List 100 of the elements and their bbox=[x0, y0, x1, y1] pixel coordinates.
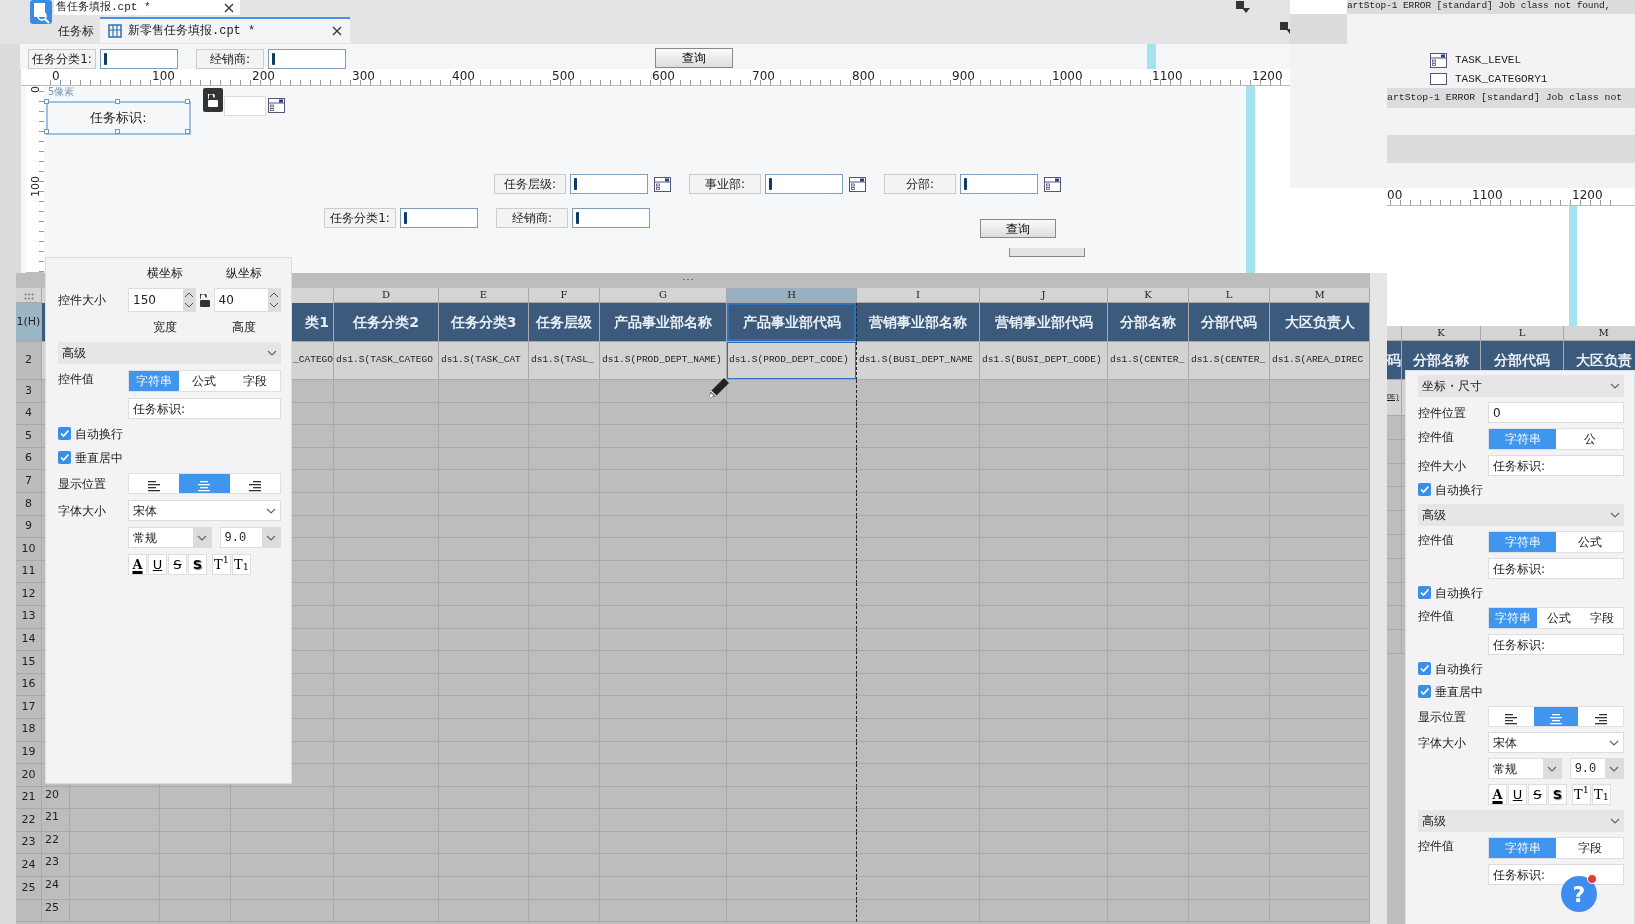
checkbox[interactable]: 垂直居中 bbox=[58, 449, 281, 467]
resize-handle[interactable] bbox=[682, 278, 694, 281]
query-button[interactable]: 查询 bbox=[980, 219, 1056, 238]
text-field[interactable]: 任务标识: bbox=[1488, 864, 1624, 885]
column-header[interactable]: D bbox=[334, 288, 439, 303]
row-header[interactable]: 18 bbox=[16, 718, 42, 742]
section-header[interactable]: 坐标・尺寸 bbox=[1418, 375, 1624, 397]
widget-label[interactable]: 任务标识: bbox=[46, 101, 191, 135]
row-header[interactable]: 20 bbox=[42, 786, 70, 810]
text-field[interactable]: 任务标识: bbox=[1488, 634, 1624, 655]
text-field[interactable] bbox=[570, 174, 648, 194]
column-header[interactable]: F bbox=[529, 288, 600, 303]
row-header[interactable]: 19 bbox=[16, 741, 42, 765]
text-field[interactable] bbox=[572, 208, 650, 228]
format-button[interactable]: U bbox=[1508, 784, 1527, 805]
number-spinner[interactable]: 150 bbox=[128, 288, 196, 312]
row-header[interactable]: 11 bbox=[16, 560, 42, 584]
text-field[interactable] bbox=[268, 49, 346, 69]
format-button[interactable]: A bbox=[128, 554, 147, 575]
row-header[interactable]: 21 bbox=[42, 809, 70, 832]
checkbox[interactable]: 自动换行 bbox=[1418, 481, 1624, 499]
row-header[interactable]: 23 bbox=[16, 831, 42, 855]
section-header[interactable]: 高级 bbox=[1418, 810, 1624, 832]
format-button[interactable]: S bbox=[168, 554, 187, 575]
row-header[interactable]: 3 bbox=[16, 380, 42, 403]
column-header[interactable]: J bbox=[980, 288, 1108, 303]
column-header[interactable]: E bbox=[439, 288, 529, 303]
column-header[interactable]: K bbox=[1402, 326, 1481, 341]
query-button[interactable]: 查询 bbox=[655, 48, 733, 68]
row-header[interactable]: 22 bbox=[16, 809, 42, 832]
text-field[interactable] bbox=[765, 174, 843, 194]
row-header[interactable]: 24 bbox=[16, 854, 42, 878]
row-header[interactable]: 12 bbox=[16, 583, 42, 606]
column-header[interactable]: H bbox=[727, 288, 857, 303]
row-header[interactable]: 21 bbox=[16, 786, 42, 810]
alignment-control[interactable] bbox=[1488, 706, 1624, 727]
column-header[interactable]: I bbox=[857, 288, 980, 303]
tree-item[interactable]: TASK_LEVEL bbox=[1455, 52, 1521, 69]
checkbox[interactable]: 自动换行 bbox=[1418, 660, 1624, 678]
section-header[interactable]: 高级 bbox=[1418, 504, 1624, 526]
column-header[interactable]: L bbox=[1189, 288, 1270, 303]
column-header[interactable]: K bbox=[1108, 288, 1189, 303]
mode-tab[interactable]: 公 bbox=[1556, 429, 1623, 449]
row-header[interactable]: 25 bbox=[16, 877, 42, 900]
mode-tab[interactable]: 公式 bbox=[1537, 608, 1580, 628]
row-header[interactable]: 23 bbox=[42, 854, 70, 878]
tree-item[interactable]: TASK_CATEGORY1 bbox=[1455, 70, 1548, 87]
mode-tab[interactable]: 公式 bbox=[179, 371, 230, 391]
row-header[interactable]: 2 bbox=[16, 342, 42, 380]
row-header[interactable]: 9 bbox=[16, 515, 42, 539]
size-select[interactable]: 9.0 bbox=[219, 527, 281, 548]
row-header[interactable]: 4 bbox=[16, 402, 42, 426]
scrollbar[interactable] bbox=[1370, 273, 1387, 924]
row-header[interactable]: 8 bbox=[16, 492, 42, 516]
text-field[interactable]: 任务标识: bbox=[1488, 455, 1624, 476]
column-header[interactable]: M bbox=[1564, 326, 1635, 341]
row-header[interactable]: 14 bbox=[16, 628, 42, 652]
row-header[interactable]: 15 bbox=[16, 651, 42, 674]
row-header[interactable]: 6 bbox=[16, 447, 42, 471]
row-header[interactable]: 24 bbox=[42, 877, 70, 900]
format-button[interactable]: S bbox=[188, 554, 207, 575]
text-field[interactable] bbox=[100, 49, 178, 69]
file-tab[interactable]: 新零售任务填报.cpt * bbox=[100, 17, 350, 43]
section-header[interactable]: 高级 bbox=[58, 342, 281, 364]
text-field[interactable]: 任务标识: bbox=[128, 398, 281, 419]
close-icon[interactable] bbox=[332, 26, 342, 36]
mode-tab[interactable]: 公式 bbox=[1556, 532, 1623, 552]
size-select[interactable]: 9.0 bbox=[1569, 758, 1624, 779]
row-header[interactable]: 22 bbox=[42, 831, 70, 855]
checkbox[interactable]: 垂直居中 bbox=[1418, 683, 1624, 701]
text-field[interactable]: 任务标识: bbox=[1488, 558, 1624, 579]
row-header[interactable]: 17 bbox=[16, 696, 42, 719]
font-select[interactable]: 宋体 bbox=[1488, 732, 1624, 753]
row-header[interactable]: 20 bbox=[16, 764, 42, 787]
column-header[interactable]: L bbox=[1481, 326, 1564, 341]
checkbox[interactable]: 自动换行 bbox=[58, 425, 281, 443]
format-button[interactable]: T$_{1}$ bbox=[1592, 784, 1611, 805]
style-select[interactable]: 常规 bbox=[128, 527, 212, 548]
column-header[interactable]: M bbox=[1270, 288, 1370, 303]
checkbox[interactable]: 自动换行 bbox=[1418, 584, 1624, 602]
text-field[interactable] bbox=[400, 208, 478, 228]
format-button[interactable]: U bbox=[148, 554, 167, 575]
lock-button[interactable] bbox=[203, 88, 223, 112]
row-header[interactable]: 7 bbox=[16, 470, 42, 493]
close-icon[interactable] bbox=[224, 2, 234, 13]
text-field[interactable]: 0 bbox=[1488, 402, 1624, 423]
text-field[interactable] bbox=[960, 174, 1038, 194]
format-button[interactable]: T$_{1}$ bbox=[232, 554, 251, 575]
row-header[interactable]: 5 bbox=[16, 425, 42, 448]
mode-tab[interactable]: 字段 bbox=[1580, 608, 1623, 628]
number-spinner[interactable]: 40 bbox=[213, 288, 281, 312]
format-button[interactable]: S bbox=[1528, 784, 1547, 805]
format-button[interactable]: S bbox=[1548, 784, 1567, 805]
format-button[interactable]: T$^{1}$ bbox=[1572, 784, 1591, 805]
file-tab[interactable]: 售任务填报.cpt * bbox=[54, 0, 240, 15]
format-button[interactable]: A bbox=[1488, 784, 1507, 805]
column-header[interactable]: G bbox=[600, 288, 727, 303]
font-select[interactable]: 宋体 bbox=[128, 500, 281, 521]
row-header[interactable]: 16 bbox=[16, 673, 42, 697]
row-header[interactable]: 10 bbox=[16, 538, 42, 561]
